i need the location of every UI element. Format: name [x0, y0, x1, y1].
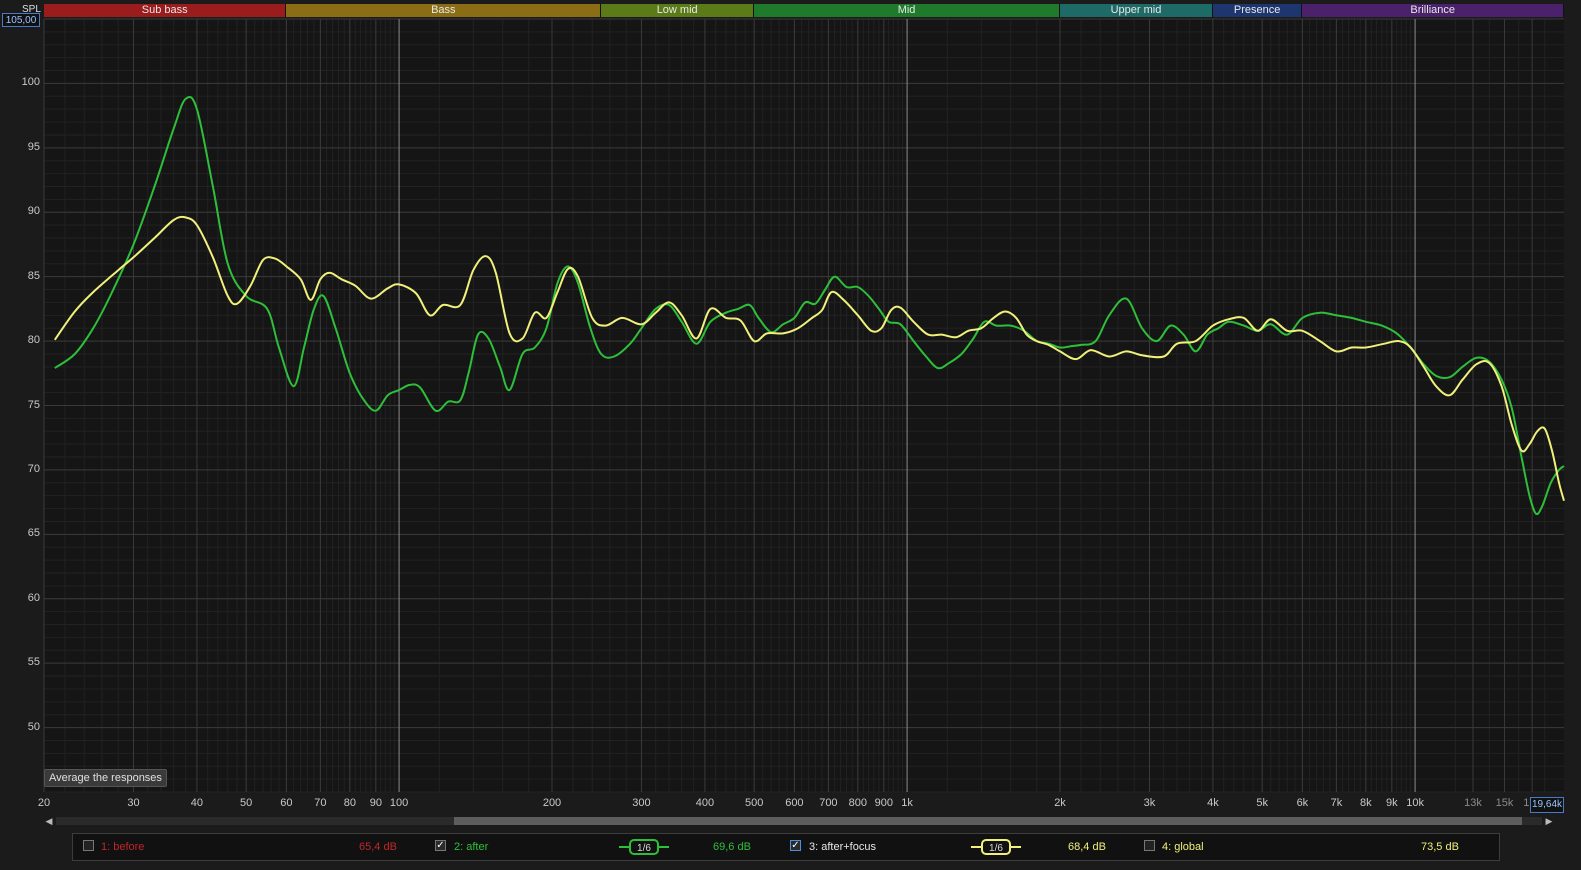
horizontal-scrollbar[interactable]: ◀ ▶ [44, 815, 1554, 827]
legend-label-after-focus: 3: after+focus [809, 841, 876, 853]
x-tick-label: 1k [901, 797, 913, 809]
legend-value-after-focus: 68,4 dB [1068, 841, 1106, 853]
x-tick-label: 500 [744, 797, 764, 809]
x-tick-label: 6k [1296, 797, 1309, 809]
x-max-value-box[interactable]: 19,64k [1530, 797, 1565, 813]
x-tick-label: 4k [1207, 797, 1219, 809]
checkbox-global[interactable] [1144, 840, 1155, 851]
x-tick-label: 7k [1330, 797, 1343, 809]
x-tick-label: 2k [1054, 797, 1066, 809]
smoothing-icon-after[interactable]: 1/6 [619, 838, 669, 856]
x-tick-label: 30 [127, 797, 140, 809]
x-tick-label: 60 [280, 797, 293, 809]
smoothing-icon-after-focus[interactable]: 1/6 [971, 838, 1021, 856]
legend-value-global: 73,5 dB [1421, 841, 1459, 853]
legend-label-before: 1: before [101, 841, 145, 853]
y-tick-label: 55 [27, 656, 40, 669]
y-tick-label: 70 [27, 462, 40, 475]
y-tick-label: 95 [27, 140, 40, 153]
x-tick-label: 300 [632, 797, 651, 809]
x-tick-label: 80 [343, 797, 356, 809]
x-tick-label: 40 [190, 797, 204, 809]
y-tick-label: 65 [27, 527, 40, 540]
svg-text:1/6: 1/6 [637, 843, 651, 854]
x-tick-label: 13k [1464, 797, 1482, 809]
checkbox-after[interactable]: ✓ [435, 840, 446, 851]
scroll-thumb[interactable] [454, 817, 1522, 825]
y-tick-label: 75 [27, 398, 40, 411]
x-tick-label: 400 [695, 797, 715, 809]
y-tick-label: 85 [27, 269, 40, 282]
legend-value-before: 65,4 dB [359, 841, 397, 853]
y-tick-label: 90 [27, 205, 40, 218]
x-tick-label: 15k [1495, 797, 1514, 809]
x-tick-label: 600 [785, 797, 804, 809]
scroll-left-icon[interactable]: ◀ [44, 815, 54, 827]
x-tick-label: 3k [1143, 797, 1156, 809]
x-tick-label: 70 [314, 797, 327, 809]
x-tick-label: 50 [240, 797, 253, 809]
x-tick-label: 800 [848, 797, 868, 809]
y-tick-label: 80 [27, 334, 40, 347]
legend-value-after: 69,6 dB [713, 841, 751, 853]
x-tick-label: 5k [1256, 797, 1268, 809]
x-tick-label: 8k [1360, 797, 1372, 809]
checkbox-before[interactable] [83, 840, 94, 851]
x-tick-label: 700 [819, 797, 838, 809]
x-tick-label: 10k [1406, 797, 1424, 809]
x-tick-label: 100 [389, 797, 409, 809]
y-tick-label: 50 [27, 720, 40, 733]
average-responses-button[interactable]: Average the responses [44, 769, 167, 787]
x-tick-label: 20 [37, 797, 51, 809]
x-tick-label: 900 [874, 797, 894, 809]
x-tick-label: 200 [542, 797, 562, 809]
y-tick-label: 100 [21, 76, 40, 89]
frequency-response-plot[interactable] [0, 0, 1581, 870]
svg-text:1/6: 1/6 [989, 843, 1003, 854]
y-tick-label: 60 [27, 591, 40, 604]
grid [43, 18, 1564, 793]
legend-label-global: 4: global [1162, 841, 1204, 853]
legend-label-after: 2: after [454, 841, 489, 853]
x-tick-label: 90 [369, 797, 382, 809]
x-tick-label: 9k [1386, 797, 1398, 809]
checkbox-after-focus[interactable]: ✓ [790, 840, 801, 851]
scroll-right-icon[interactable]: ▶ [1544, 815, 1554, 827]
legend-panel: 1: before 65,4 dB ✓ 2: after 1/6 69,6 dB… [72, 833, 1500, 861]
